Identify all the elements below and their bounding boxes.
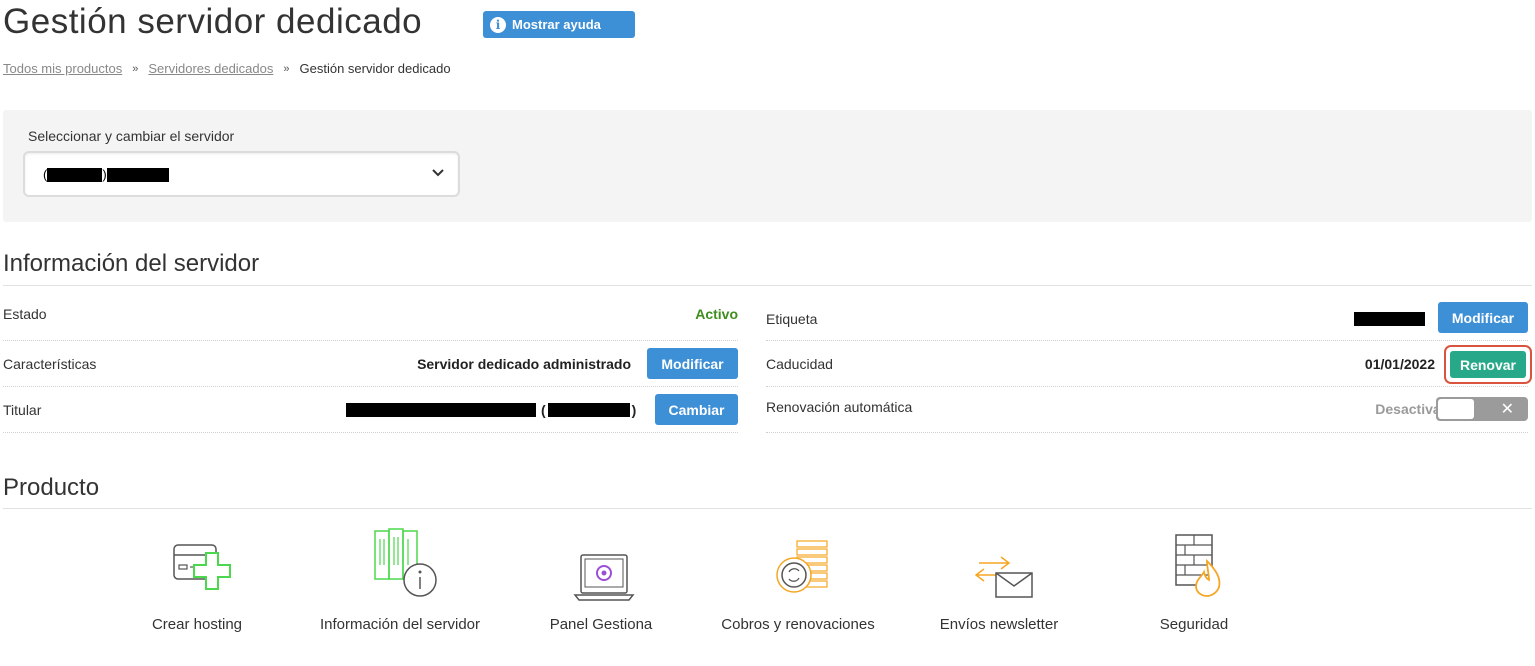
auto-renew-toggle[interactable]: ✕ bbox=[1436, 397, 1528, 421]
row-divider bbox=[3, 386, 738, 387]
toggle-knob bbox=[1438, 399, 1474, 419]
caracteristicas-label: Características bbox=[3, 356, 97, 372]
info-icon: i bbox=[490, 16, 506, 33]
page-title: Gestión servidor dedicado bbox=[3, 2, 423, 41]
server-selector-label: Seleccionar y cambiar el servidor bbox=[28, 128, 235, 144]
renovacion-label: Renovación automática bbox=[766, 399, 913, 415]
breadcrumb-separator: » bbox=[132, 62, 139, 75]
server-select[interactable]: () bbox=[23, 151, 460, 197]
laptop-panel-icon bbox=[573, 554, 635, 601]
breadcrumb: Todos mis productos » Servidores dedicad… bbox=[3, 61, 451, 76]
modify-features-button[interactable]: Modificar bbox=[647, 348, 738, 379]
tile-label: Panel Gestiona bbox=[549, 616, 653, 633]
server-info-icon bbox=[374, 528, 437, 597]
renew-button[interactable]: Renovar bbox=[1450, 351, 1526, 378]
tile-label: Información del servidor bbox=[319, 616, 481, 633]
show-help-label: Mostrar ayuda bbox=[512, 17, 601, 32]
row-divider bbox=[766, 386, 1528, 387]
tile-envios-newsletter[interactable]: Envíos newsletter bbox=[914, 525, 1084, 633]
tile-cobros-renovaciones[interactable]: Cobros y renovaciones bbox=[713, 525, 883, 633]
tile-label: Crear hosting bbox=[151, 616, 243, 633]
estado-label: Estado bbox=[3, 306, 47, 322]
server-add-icon bbox=[173, 544, 231, 590]
server-select-value: () bbox=[43, 167, 169, 182]
breadcrumb-all-products[interactable]: Todos mis productos bbox=[3, 61, 122, 76]
tile-seguridad[interactable]: Seguridad bbox=[1109, 525, 1279, 633]
redacted-block bbox=[47, 167, 103, 182]
section-divider bbox=[3, 285, 1532, 286]
coins-renew-icon bbox=[776, 540, 828, 593]
product-title: Producto bbox=[3, 474, 100, 501]
etiqueta-label: Etiqueta bbox=[766, 311, 818, 327]
tile-crear-hosting[interactable]: Crear hosting bbox=[112, 525, 282, 633]
row-divider bbox=[766, 432, 1528, 433]
change-holder-button[interactable]: Cambiar bbox=[655, 394, 738, 425]
caracteristicas-value: Servidor dedicado administrado bbox=[417, 356, 631, 372]
row-divider bbox=[766, 340, 1528, 341]
redacted-block bbox=[106, 167, 169, 182]
chevron-down-icon bbox=[432, 163, 444, 188]
close-icon: ✕ bbox=[1500, 401, 1514, 418]
tile-panel-gestiona[interactable]: Panel Gestiona bbox=[516, 525, 686, 633]
caducidad-value: 01/01/2022 bbox=[1364, 356, 1435, 372]
renew-highlight: Renovar bbox=[1444, 345, 1532, 384]
breadcrumb-dedicated-servers[interactable]: Servidores dedicados bbox=[148, 61, 273, 76]
show-help-button[interactable]: i Mostrar ayuda bbox=[483, 11, 635, 38]
firewall-icon bbox=[1175, 534, 1221, 597]
section-divider bbox=[3, 508, 1532, 509]
server-selector-panel: Seleccionar y cambiar el servidor () bbox=[3, 110, 1532, 222]
redacted-block bbox=[547, 403, 630, 417]
newsletter-icon bbox=[974, 556, 1033, 598]
row-divider bbox=[3, 432, 738, 433]
breadcrumb-separator: » bbox=[283, 62, 290, 75]
server-info-title: Información del servidor bbox=[3, 250, 260, 277]
row-divider bbox=[3, 340, 738, 341]
titular-label: Titular bbox=[3, 402, 42, 418]
tile-label: Cobros y renovaciones bbox=[721, 616, 875, 633]
tile-label: Seguridad bbox=[1159, 616, 1229, 633]
modify-label-button[interactable]: Modificar bbox=[1438, 302, 1528, 333]
etiqueta-value-redacted bbox=[1354, 312, 1425, 326]
caducidad-label: Caducidad bbox=[766, 356, 833, 372]
breadcrumb-current: Gestión servidor dedicado bbox=[299, 61, 451, 76]
redacted-block bbox=[346, 403, 536, 417]
tile-informacion-servidor[interactable]: Información del servidor bbox=[315, 525, 485, 633]
titular-value: ( ) bbox=[346, 402, 636, 418]
tile-label: Envíos newsletter bbox=[939, 616, 1059, 633]
estado-value: Activo bbox=[695, 306, 738, 322]
